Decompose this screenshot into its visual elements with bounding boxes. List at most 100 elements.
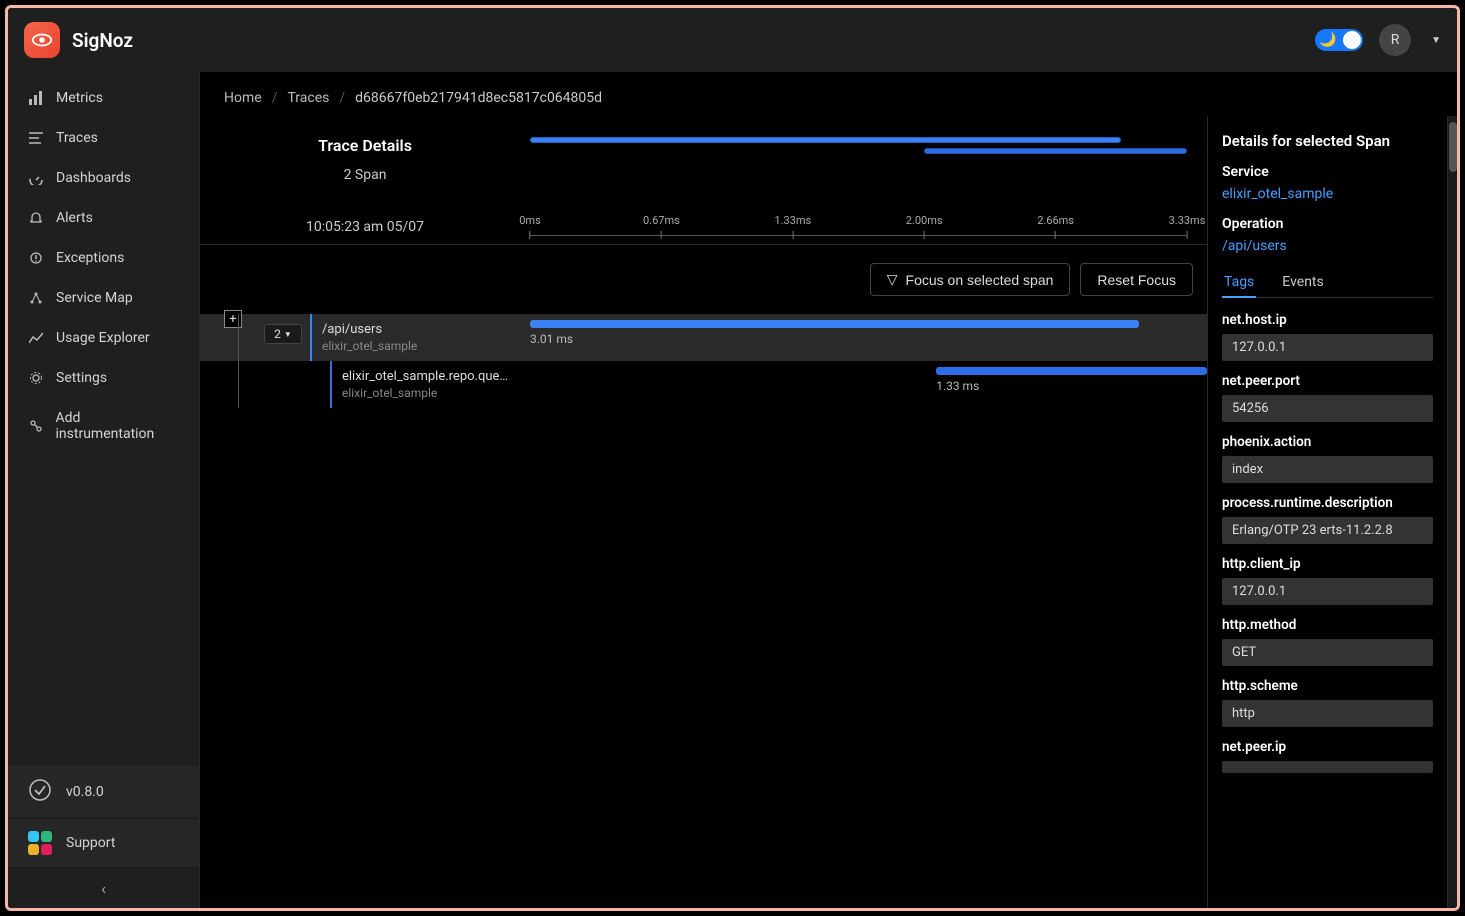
moon-icon: 🌙 bbox=[1319, 32, 1336, 48]
breadcrumb-traces[interactable]: Traces bbox=[287, 90, 329, 106]
tick-label: 1.33ms bbox=[774, 214, 811, 227]
brand-title: SigNoz bbox=[72, 29, 133, 52]
tag-value: 127.0.0.1 bbox=[1222, 578, 1433, 605]
operation-label: Operation bbox=[1222, 216, 1433, 232]
sidebar-collapse[interactable]: ‹ bbox=[8, 868, 199, 908]
minimap-bar bbox=[530, 137, 1121, 143]
tag-value: Erlang/OTP 23 erts-11.2.2.8 bbox=[1222, 517, 1433, 544]
tab-tags[interactable]: Tags bbox=[1222, 268, 1256, 298]
tag-value bbox=[1222, 761, 1433, 773]
span-service: elixir_otel_sample bbox=[342, 386, 530, 400]
sidebar-item-label: Exceptions bbox=[56, 250, 124, 266]
tag-key: http.client_ip bbox=[1222, 556, 1433, 572]
bug-icon bbox=[28, 250, 44, 266]
span-duration-bar bbox=[530, 320, 1139, 328]
tick-label: 3.33ms bbox=[1169, 214, 1206, 227]
span-duration: 3.01 ms bbox=[530, 332, 573, 346]
toggle-knob bbox=[1343, 31, 1361, 49]
tag-row: phoenix.action index bbox=[1222, 434, 1433, 483]
span-operation: /api/users bbox=[322, 322, 530, 337]
sidebar-item-label: Add instrumentation bbox=[56, 410, 179, 442]
trace-minimap[interactable] bbox=[530, 136, 1187, 164]
tick-label: 2.00ms bbox=[906, 214, 943, 227]
sidebar-item-exceptions[interactable]: Exceptions bbox=[8, 238, 199, 278]
trace-timestamp: 10:05:23 am 05/07 bbox=[210, 219, 520, 235]
tag-key: net.peer.ip bbox=[1222, 739, 1433, 755]
sidebar-item-instrumentation[interactable]: Add instrumentation bbox=[8, 398, 199, 454]
gear-icon bbox=[28, 370, 44, 386]
time-axis: 0ms 0.67ms 1.33ms 2.00ms 2.66ms 3.33ms bbox=[530, 212, 1187, 236]
sidebar-version[interactable]: v0.8.0 bbox=[8, 766, 199, 819]
reset-focus-button[interactable]: Reset Focus bbox=[1080, 263, 1193, 296]
focus-span-button[interactable]: ▽ Focus on selected span bbox=[870, 263, 1071, 296]
service-link[interactable]: elixir_otel_sample bbox=[1222, 186, 1433, 202]
tag-row: http.methodGET bbox=[1222, 617, 1433, 666]
sidebar-item-dashboards[interactable]: Dashboards bbox=[8, 158, 199, 198]
tick-label: 2.66ms bbox=[1037, 214, 1074, 227]
sidebar-support[interactable]: Support bbox=[8, 819, 199, 868]
badge-count: 2 bbox=[274, 327, 281, 341]
sidebar-item-label: Dashboards bbox=[56, 170, 131, 186]
tag-row: process.runtime.description Erlang/OTP 23… bbox=[1222, 495, 1433, 544]
slack-icon bbox=[28, 831, 52, 855]
span-duration-bar bbox=[936, 367, 1207, 375]
tag-row: net.peer.ip bbox=[1222, 739, 1433, 773]
line-chart-icon bbox=[28, 330, 44, 346]
dashboard-icon bbox=[28, 170, 44, 186]
scrollbar[interactable] bbox=[1447, 116, 1457, 908]
sidebar-item-label: Settings bbox=[56, 370, 107, 386]
tab-events[interactable]: Events bbox=[1280, 268, 1325, 297]
tag-row: http.client_ip 127.0.0.1 bbox=[1222, 556, 1433, 605]
span-row[interactable]: elixir_otel_sample.repo.que… elixir_otel… bbox=[200, 361, 1207, 408]
menu-icon bbox=[28, 130, 44, 146]
caret-down-icon[interactable]: ▼ bbox=[1431, 35, 1441, 46]
tag-key: http.scheme bbox=[1222, 678, 1433, 694]
brand: SigNoz bbox=[24, 22, 133, 58]
focus-label: Focus on selected span bbox=[906, 272, 1054, 288]
breadcrumb-home[interactable]: Home bbox=[224, 90, 262, 106]
sidebar-item-servicemap[interactable]: Service Map bbox=[8, 278, 199, 318]
avatar[interactable]: R bbox=[1379, 24, 1411, 56]
operation-link[interactable]: /api/users bbox=[1222, 238, 1433, 254]
tick-label: 0.67ms bbox=[643, 214, 680, 227]
service-label: Service bbox=[1222, 164, 1433, 180]
dark-mode-toggle[interactable]: 🌙 bbox=[1315, 29, 1363, 51]
bar-chart-icon bbox=[28, 90, 44, 106]
span-row[interactable]: 2 ▼ /api/users elixir_otel_sample 3.01 m… bbox=[200, 314, 1207, 361]
check-circle-icon bbox=[28, 778, 52, 806]
span-details-panel: Details for selected Span Service elixir… bbox=[1207, 116, 1447, 908]
sidebar-item-label: Metrics bbox=[56, 90, 103, 106]
span-duration: 1.33 ms bbox=[936, 379, 979, 393]
tag-row: net.peer.port 54256 bbox=[1222, 373, 1433, 422]
tag-key: net.peer.port bbox=[1222, 373, 1433, 389]
tag-key: process.runtime.description bbox=[1222, 495, 1433, 511]
tag-key: http.method bbox=[1222, 617, 1433, 633]
sidebar-item-label: Traces bbox=[56, 130, 98, 146]
child-count-badge[interactable]: 2 ▼ bbox=[264, 324, 302, 344]
span-service: elixir_otel_sample bbox=[322, 339, 530, 353]
tag-row: http.scheme http bbox=[1222, 678, 1433, 727]
tag-value: index bbox=[1222, 456, 1433, 483]
chevron-left-icon: ‹ bbox=[101, 879, 106, 898]
sidebar-item-traces[interactable]: Traces bbox=[8, 118, 199, 158]
alert-icon bbox=[28, 210, 44, 226]
sidebar-item-alerts[interactable]: Alerts bbox=[8, 198, 199, 238]
tag-key: net.host.ip bbox=[1222, 312, 1433, 328]
sidebar-item-label: Service Map bbox=[56, 290, 133, 306]
tag-value: 54256 bbox=[1222, 395, 1433, 422]
sidebar-item-label: Usage Explorer bbox=[56, 330, 150, 346]
api-icon bbox=[28, 418, 44, 434]
graph-icon bbox=[28, 290, 44, 306]
app-header: SigNoz 🌙 R ▼ bbox=[8, 8, 1457, 72]
sidebar-item-usage[interactable]: Usage Explorer bbox=[8, 318, 199, 358]
support-label: Support bbox=[66, 835, 115, 851]
version-label: v0.8.0 bbox=[66, 784, 104, 800]
caret-down-icon: ▼ bbox=[284, 330, 292, 339]
breadcrumb-id: d68667f0eb217941d8ec5817c064805d bbox=[355, 90, 602, 106]
tag-key: phoenix.action bbox=[1222, 434, 1433, 450]
sidebar-item-settings[interactable]: Settings bbox=[8, 358, 199, 398]
trace-span-count: 2 Span bbox=[210, 167, 520, 183]
tick-label: 0ms bbox=[519, 214, 541, 227]
tag-value: http bbox=[1222, 700, 1433, 727]
sidebar-item-metrics[interactable]: Metrics bbox=[8, 78, 199, 118]
